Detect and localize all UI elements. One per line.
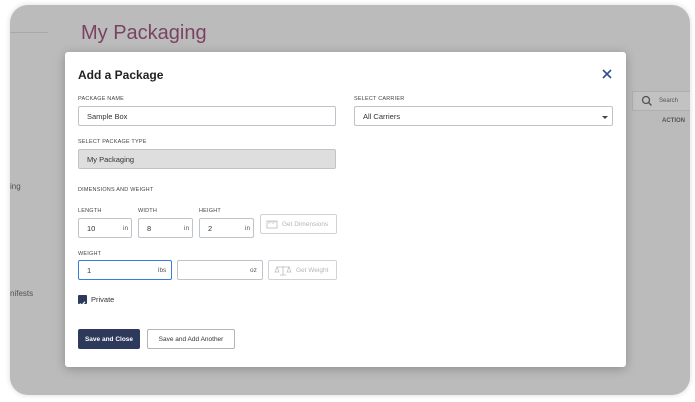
carrier-select[interactable]: All Carriers bbox=[354, 106, 613, 126]
package-type-field: My Packaging bbox=[78, 149, 336, 169]
package-type-label: SELECT PACKAGE TYPE bbox=[78, 139, 147, 145]
get-dimensions-button[interactable]: Get Dimensions bbox=[260, 214, 337, 234]
carrier-label: SELECT CARRIER bbox=[354, 96, 405, 102]
add-package-dialog: Add a Package PACKAGE NAME Sample Box SE… bbox=[65, 52, 626, 367]
package-name-label: PACKAGE NAME bbox=[78, 96, 125, 102]
package-name-input[interactable]: Sample Box bbox=[78, 106, 336, 126]
private-checkbox[interactable] bbox=[78, 295, 87, 307]
close-icon[interactable] bbox=[600, 67, 614, 81]
private-label: Private bbox=[91, 295, 115, 304]
chevron-down-icon bbox=[602, 116, 608, 119]
lbs-unit: lbs bbox=[158, 267, 167, 274]
get-dimensions-label: Get Dimensions bbox=[282, 220, 329, 228]
get-weight-button[interactable]: Get Weight bbox=[268, 260, 337, 280]
ruler-icon bbox=[266, 220, 278, 228]
save-and-close-button[interactable]: Save and Close bbox=[78, 329, 140, 349]
width-unit: in bbox=[184, 225, 190, 232]
check-icon bbox=[79, 301, 86, 307]
dimensions-section-label: DIMENSIONS AND WEIGHT bbox=[78, 187, 154, 193]
carrier-value: All Carriers bbox=[363, 111, 401, 121]
height-unit: in bbox=[245, 225, 251, 232]
height-label: HEIGHT bbox=[199, 208, 221, 214]
get-weight-label: Get Weight bbox=[296, 266, 329, 274]
dialog-title: Add a Package bbox=[78, 68, 164, 82]
width-label: WIDTH bbox=[138, 208, 158, 214]
scale-icon bbox=[274, 265, 292, 275]
length-unit: in bbox=[123, 225, 129, 232]
oz-unit: oz bbox=[250, 267, 257, 274]
length-label: LENGTH bbox=[78, 208, 102, 214]
weight-label: WEIGHT bbox=[78, 251, 102, 257]
save-and-add-another-button[interactable]: Save and Add Another bbox=[147, 329, 235, 349]
